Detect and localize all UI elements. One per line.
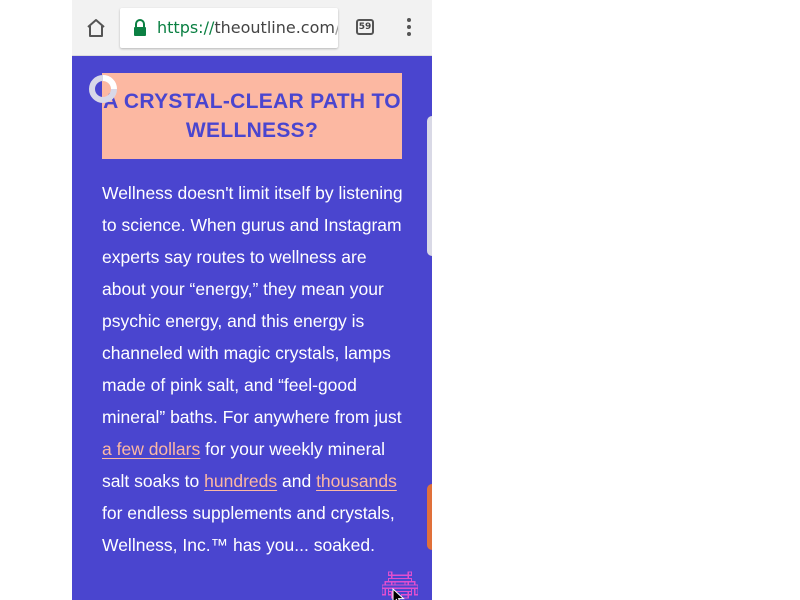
tabs-icon[interactable]: 59	[356, 19, 374, 35]
article-page: A CRYSTAL-CLEAR PATH TO WELLNESS? Wellne…	[72, 56, 432, 600]
side-panel-handle[interactable]	[427, 116, 432, 256]
more-vert-icon[interactable]	[406, 18, 412, 38]
loading-ring-icon	[86, 72, 120, 106]
title-banner: A CRYSTAL-CLEAR PATH TO WELLNESS?	[102, 73, 402, 159]
url-scheme: https://	[157, 18, 215, 37]
url-bar[interactable]: https://theoutline.com/p	[120, 8, 338, 48]
article-title: A CRYSTAL-CLEAR PATH TO WELLNESS?	[103, 90, 401, 142]
body-text-1: Wellness doesn't limit itself by listeni…	[102, 183, 403, 427]
lock-icon	[132, 18, 148, 38]
body-text-4: for endless supplements and crystals, We…	[102, 503, 395, 555]
side-tab-orange[interactable]	[427, 484, 432, 550]
link-thousands[interactable]: thousands	[316, 471, 397, 491]
url-host: theoutline.com	[214, 18, 335, 37]
url-path: /p	[335, 18, 338, 37]
link-a-few-dollars[interactable]: a few dollars	[102, 439, 200, 459]
link-hundreds[interactable]: hundreds	[204, 471, 277, 491]
browser-toolbar: https://theoutline.com/p 59	[72, 0, 432, 56]
article-body: Wellness doesn't limit itself by listeni…	[102, 177, 408, 561]
tab-count: 59	[358, 22, 372, 32]
body-text-3: and	[277, 471, 317, 491]
url-text: https://theoutline.com/p	[157, 17, 338, 39]
phone-screen: https://theoutline.com/p 59 A CRYSTAL-CL…	[72, 0, 432, 600]
mouse-cursor-icon	[392, 587, 406, 600]
home-icon[interactable]	[84, 16, 108, 40]
